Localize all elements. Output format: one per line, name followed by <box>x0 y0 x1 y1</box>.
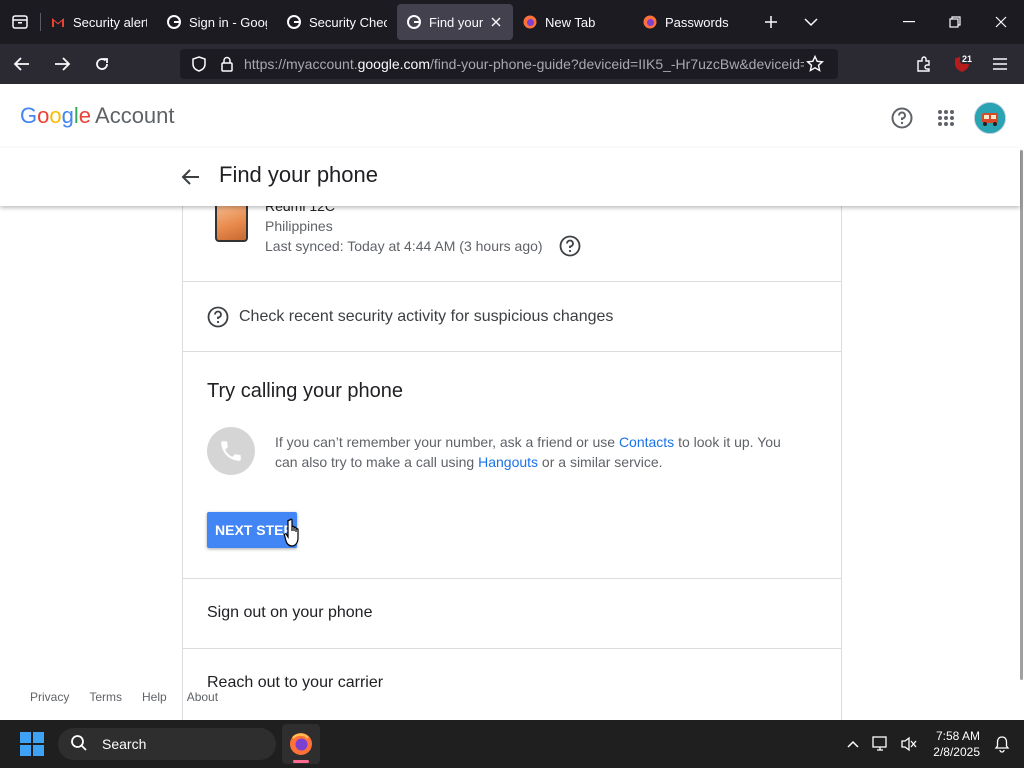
restore-window-icon[interactable] <box>932 0 978 44</box>
tab-label: New Tab <box>545 14 596 30</box>
back-arrow-icon[interactable] <box>178 164 204 190</box>
desc-text: If you can’t remember your number, ask a… <box>275 434 619 450</box>
page-title: Find your phone <box>219 162 378 187</box>
forward-arrow-icon[interactable] <box>44 48 80 80</box>
scrollbar[interactable] <box>1020 150 1023 680</box>
help-circle-icon <box>207 306 229 328</box>
phone-call-icon <box>207 427 255 475</box>
ublock-extension-icon[interactable]: 21 <box>944 48 980 80</box>
hand-cursor-icon <box>281 516 303 548</box>
reach-carrier-row[interactable]: Reach out to your carrier <box>183 649 841 720</box>
extensions-puzzle-icon[interactable] <box>906 48 942 80</box>
tab-find-your-phone[interactable]: Find your phone <box>397 4 513 40</box>
taskbar-clock[interactable]: 7:58 AM 2/8/2025 <box>933 728 980 760</box>
back-arrow-icon[interactable] <box>4 48 40 80</box>
bookmark-star-icon[interactable] <box>804 53 826 75</box>
tab-security-alert[interactable]: Security alert <box>41 4 157 40</box>
browser-nav-bar: https://myaccount.google.com/find-your-p… <box>0 44 1024 84</box>
tab-new-tab[interactable]: New Tab <box>513 4 633 40</box>
windows-taskbar: Search 7:58 AM 2/8/2025 <box>0 720 1024 768</box>
security-activity-row[interactable]: Check recent security activity for suspi… <box>183 282 841 352</box>
show-hidden-icons-chevron-icon[interactable] <box>839 720 867 768</box>
tab-label: Sign in - Google <box>189 14 267 30</box>
search-icon <box>70 734 90 754</box>
page-footer: Privacy Terms Help About <box>30 690 238 704</box>
close-tab-icon[interactable] <box>489 15 503 29</box>
security-activity-label: Check recent security activity for suspi… <box>239 308 614 325</box>
url-text[interactable]: https://myaccount.google.com/find-your-p… <box>244 56 804 72</box>
network-icon[interactable] <box>867 720 895 768</box>
try-calling-section: Try calling your phone If you can’t reme… <box>183 352 841 579</box>
firefox-view-icon[interactable] <box>0 0 40 44</box>
help-icon[interactable] <box>882 100 922 136</box>
page-subheader: Find your phone <box>0 148 1020 206</box>
search-placeholder: Search <box>102 736 147 752</box>
volume-muted-icon[interactable] <box>895 720 923 768</box>
lock-icon[interactable] <box>216 53 238 75</box>
reload-icon[interactable] <box>84 48 120 80</box>
system-tray: 7:58 AM 2/8/2025 <box>839 720 1024 768</box>
tracking-protection-shield-icon[interactable] <box>188 53 210 75</box>
google-icon <box>407 15 421 29</box>
gmail-icon <box>51 15 65 29</box>
section-title: Try calling your phone <box>207 380 404 402</box>
device-info: Redmi 12C Philippines Last synced: Today… <box>183 194 841 282</box>
google-wordmark: Google <box>20 103 92 128</box>
list-all-tabs-chevron-icon[interactable] <box>789 0 833 44</box>
tab-security-checkup[interactable]: Security Checkup <box>277 4 397 40</box>
clock-date: 2/8/2025 <box>933 745 980 759</box>
tab-sign-in-google[interactable]: Sign in - Google <box>157 4 277 40</box>
browser-tab-bar: Security alert Sign in - Google Security… <box>0 0 1024 44</box>
google-account-header: Google Account <box>0 84 1024 148</box>
footer-privacy-link[interactable]: Privacy <box>30 690 69 704</box>
taskbar-firefox-app[interactable] <box>282 724 320 764</box>
taskbar-search[interactable]: Search <box>58 728 276 760</box>
google-account-logo[interactable]: Google Account <box>20 103 175 129</box>
url-scheme: https://myaccount. <box>244 56 358 72</box>
footer-help-link[interactable]: Help <box>142 690 167 704</box>
find-phone-card: Redmi 12C Philippines Last synced: Today… <box>182 194 842 720</box>
tab-label: Passwords <box>665 14 729 30</box>
url-path: /find-your-phone-guide?deviceid=IIK5_-Hr… <box>430 56 804 72</box>
tab-label: Security alert <box>73 14 147 30</box>
extension-badge: 21 <box>960 54 975 64</box>
sign-out-label: Sign out on your phone <box>207 604 373 621</box>
firefox-icon <box>290 733 312 755</box>
sign-out-phone-row[interactable]: Sign out on your phone <box>183 579 841 649</box>
footer-about-link[interactable]: About <box>187 690 218 704</box>
active-app-indicator <box>293 760 309 763</box>
help-icon[interactable] <box>559 235 581 257</box>
windows-start-icon[interactable] <box>20 732 44 756</box>
footer-terms-link[interactable]: Terms <box>89 690 122 704</box>
tab-label: Security Checkup <box>309 14 387 30</box>
call-description: If you can’t remember your number, ask a… <box>275 432 805 472</box>
minimize-window-icon[interactable] <box>886 0 932 44</box>
google-apps-grid-icon[interactable] <box>926 100 966 136</box>
notifications-bell-icon[interactable] <box>988 720 1016 768</box>
hamburger-menu-icon[interactable] <box>982 48 1018 80</box>
page-content: Google Account Find your phone Redmi 12C … <box>0 84 1024 720</box>
desc-text: or a similar service. <box>538 454 663 470</box>
avatar[interactable] <box>974 102 1006 134</box>
address-bar[interactable]: https://myaccount.google.com/find-your-p… <box>180 49 838 79</box>
contacts-link[interactable]: Contacts <box>619 434 674 450</box>
google-icon <box>167 15 181 29</box>
clock-time: 7:58 AM <box>935 729 980 743</box>
tab-passwords[interactable]: Passwords <box>633 4 753 40</box>
device-last-synced: Last synced: Today at 4:44 AM (3 hours a… <box>265 238 543 254</box>
tab-label: Find your phone <box>429 14 485 30</box>
firefox-icon <box>523 15 537 29</box>
new-tab-plus-icon[interactable] <box>753 0 789 44</box>
hangouts-link[interactable]: Hangouts <box>478 454 538 470</box>
google-icon <box>287 15 301 29</box>
close-window-icon[interactable] <box>978 0 1024 44</box>
device-location: Philippines <box>265 218 333 234</box>
url-host: google.com <box>357 56 430 72</box>
firefox-icon <box>643 15 657 29</box>
account-wordmark: Account <box>95 103 175 128</box>
